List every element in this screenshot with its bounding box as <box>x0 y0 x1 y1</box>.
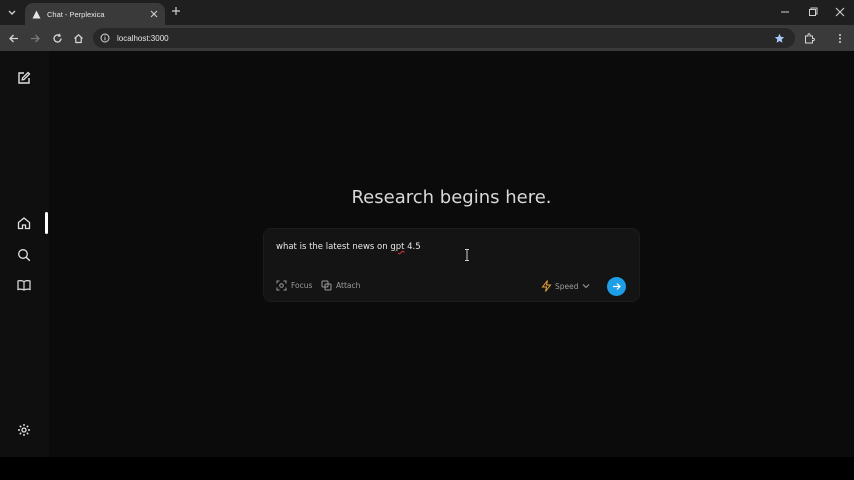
bottom-bar <box>0 457 854 480</box>
focus-icon <box>276 280 287 291</box>
search-input[interactable]: what is the latest news on gpt 4.5 Focus… <box>263 228 640 302</box>
lightning-icon <box>541 280 552 292</box>
settings-gear-icon[interactable] <box>16 422 32 438</box>
close-tab-icon[interactable] <box>149 9 159 19</box>
attach-button[interactable]: Attach <box>321 280 360 291</box>
new-chat-icon[interactable] <box>16 70 32 86</box>
misspelled-word: gpt <box>390 242 405 252</box>
query-text[interactable]: what is the latest news on gpt 4.5 <box>276 242 421 252</box>
attach-copy-icon <box>321 280 332 291</box>
forward-icon[interactable] <box>28 31 42 45</box>
sidebar-item-library[interactable] <box>16 277 32 293</box>
page-title: Research begins here. <box>351 187 552 208</box>
speed-mode-dropdown[interactable]: Speed <box>541 280 590 292</box>
home-icon <box>17 217 31 230</box>
back-icon[interactable] <box>6 31 20 45</box>
app-viewport: Research begins here. what is the latest… <box>0 51 854 457</box>
sidebar-item-discover[interactable] <box>16 247 32 263</box>
perplexica-favicon-icon <box>31 9 41 19</box>
bookmark-star-icon[interactable] <box>773 32 785 44</box>
minimize-icon[interactable] <box>778 5 792 19</box>
search-icon <box>18 249 31 262</box>
url-text: localhost:3000 <box>117 33 169 43</box>
home-icon[interactable] <box>71 31 85 45</box>
address-bar[interactable]: localhost:3000 <box>93 28 795 48</box>
restore-icon[interactable] <box>806 5 820 19</box>
new-tab-icon[interactable] <box>170 5 182 17</box>
send-button[interactable] <box>607 277 626 296</box>
site-info-icon[interactable] <box>99 32 111 44</box>
tab-strip: Chat - Perplexica <box>0 0 854 25</box>
active-nav-indicator <box>45 212 48 234</box>
arrow-right-icon <box>613 283 621 290</box>
browser-window: Chat - Perplexica localhost:3000 Researc… <box>0 0 854 457</box>
chevron-down-icon <box>582 284 589 289</box>
extensions-icon[interactable] <box>802 31 816 45</box>
browser-toolbar: localhost:3000 <box>0 25 854 51</box>
focus-button[interactable]: Focus <box>276 280 312 291</box>
menu-kebab-icon[interactable] <box>833 31 847 45</box>
text-cursor-icon <box>465 249 469 261</box>
tab-title: Chat - Perplexica <box>47 9 105 19</box>
sidebar-item-home[interactable] <box>16 215 32 231</box>
main-content: Research begins here. what is the latest… <box>49 51 854 457</box>
book-open-icon <box>17 280 31 291</box>
reload-icon[interactable] <box>50 31 64 45</box>
tab-chat[interactable]: Chat - Perplexica <box>25 3 165 25</box>
close-window-icon[interactable] <box>833 5 847 19</box>
tab-search-icon[interactable] <box>4 4 20 20</box>
sidebar <box>0 51 49 457</box>
